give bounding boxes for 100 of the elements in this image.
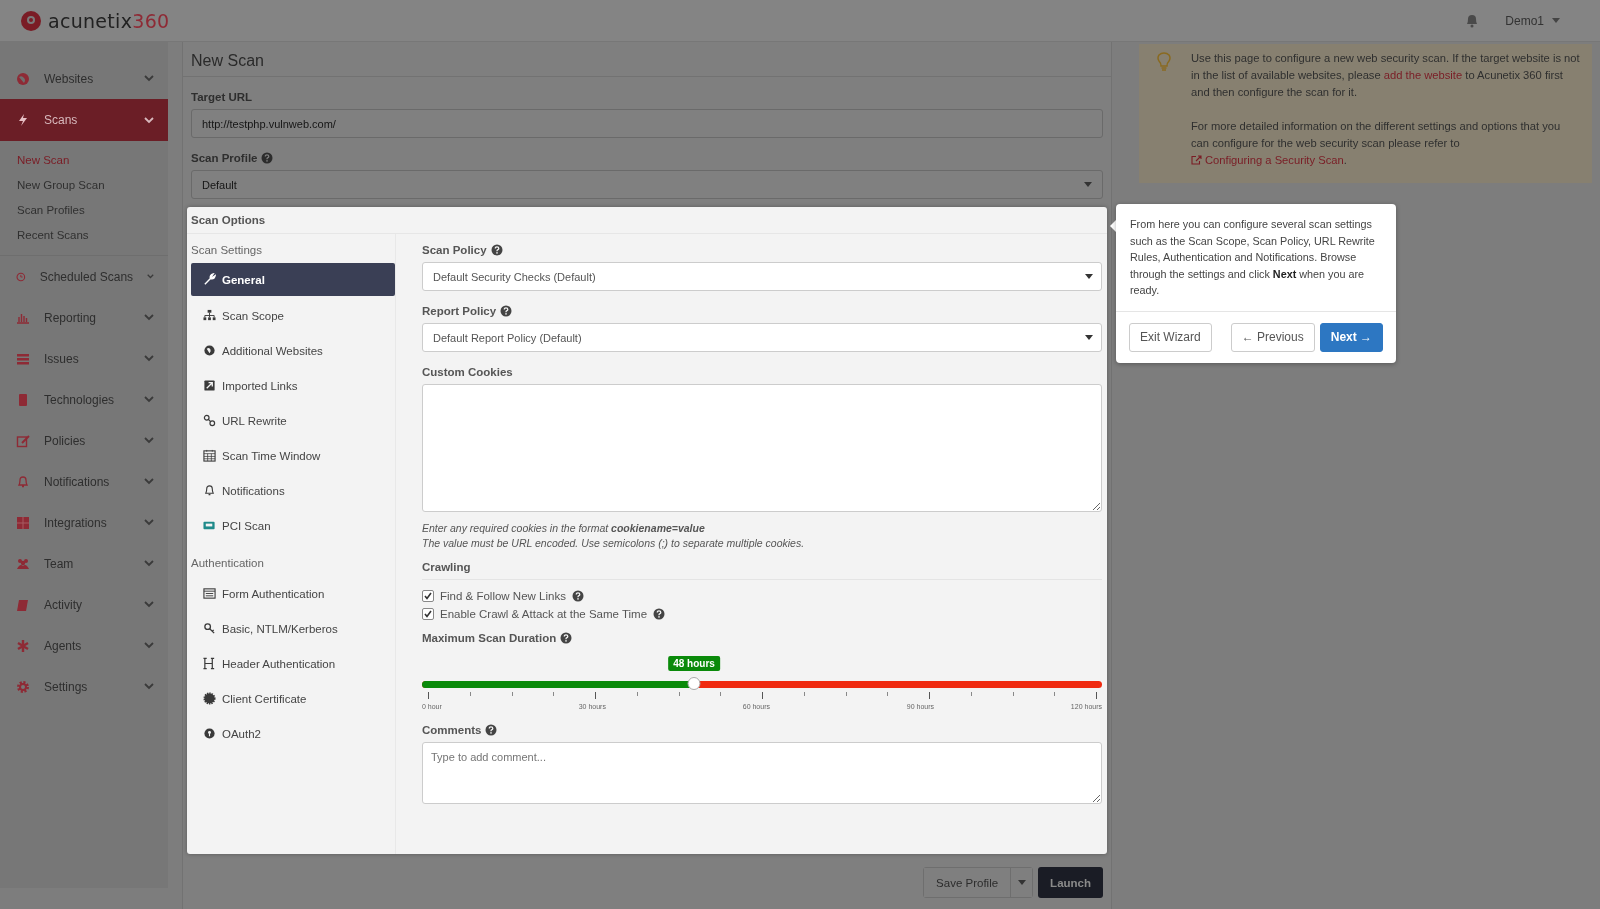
form-icon bbox=[203, 587, 216, 600]
sidebar-item[interactable]: Activity bbox=[0, 584, 168, 625]
settings-tab[interactable]: Notifications bbox=[191, 473, 395, 508]
field-label: Scan Profile bbox=[191, 152, 258, 164]
chip-icon bbox=[16, 392, 30, 407]
sidebar-item[interactable]: Settings bbox=[0, 666, 168, 707]
list-icon bbox=[16, 351, 30, 366]
sidebar-item[interactable]: Issues bbox=[0, 338, 168, 379]
asterisk-icon bbox=[16, 638, 30, 653]
sidebar-subitem[interactable]: New Scan bbox=[0, 147, 168, 172]
settings-tab[interactable]: General bbox=[191, 263, 395, 296]
slider-handle[interactable] bbox=[687, 677, 701, 690]
user-menu[interactable]: Demo1 bbox=[1505, 13, 1544, 28]
help-icon bbox=[261, 152, 274, 164]
policy-select[interactable]: Default Security Checks (Default) bbox=[422, 262, 1102, 291]
checkbox-label: Find & Follow New Links bbox=[440, 590, 566, 602]
sidebar-subitem[interactable]: Recent Scans bbox=[0, 222, 168, 247]
popover-text: From here you can configure several scan settings such as the Scan Scope, Scan Policy, URL Rewrite Rules, Authentication and Notifications. Browse through the settings and click Next when you are ready. bbox=[1116, 204, 1396, 312]
settings-tab[interactable]: URL Rewrite bbox=[191, 403, 395, 438]
settings-tab[interactable]: Additional Websites bbox=[191, 333, 395, 368]
logo-text: acunetix360 bbox=[48, 9, 170, 32]
save-options-button[interactable] bbox=[1010, 868, 1033, 897]
chevron-icon bbox=[144, 437, 154, 444]
chevron-icon bbox=[144, 355, 154, 362]
sidebar-item[interactable]: Websites bbox=[0, 58, 168, 99]
sidebar-item[interactable]: Technologies bbox=[0, 379, 168, 420]
comments-field[interactable]: Type to add comment... bbox=[422, 742, 1102, 804]
section-heading: Crawling bbox=[422, 561, 471, 573]
help-icon bbox=[490, 244, 503, 256]
sidebar-item[interactable]: Scheduled Scans bbox=[0, 256, 168, 297]
hint-text: Enter any required cookies in the format cookiename=value bbox=[422, 522, 706, 534]
exit-button[interactable]: Exit Wizard bbox=[1129, 322, 1212, 352]
settings-tab[interactable]: Scan Time Window bbox=[191, 438, 395, 473]
next-button[interactable]: Next → bbox=[1319, 322, 1384, 352]
link-icon bbox=[203, 414, 216, 427]
wrench-icon bbox=[203, 273, 216, 286]
caret-icon bbox=[1084, 182, 1092, 187]
field-label: Maximum Scan Duration bbox=[422, 632, 557, 644]
chevron-icon bbox=[144, 478, 154, 485]
settings-tab[interactable]: Imported Links bbox=[191, 368, 395, 403]
settings-tab[interactable]: Header Authentication bbox=[191, 646, 395, 681]
help-icon bbox=[500, 305, 513, 317]
settings-tab[interactable]: PCI Scan bbox=[191, 508, 395, 543]
sidebar-item[interactable]: Agents bbox=[0, 625, 168, 666]
sidebar-subitem[interactable]: New Group Scan bbox=[0, 172, 168, 197]
report-select[interactable]: Default Report Policy (Default) bbox=[422, 323, 1102, 352]
info-text: For more detailed information on the different settings and options that you can configure for the web security scan please refer to Configuring a Security Scan. bbox=[1191, 119, 1562, 168]
page-title: New Scan bbox=[183, 42, 1111, 77]
settings-tab[interactable]: Basic, NTLM/Kerberos bbox=[191, 611, 395, 646]
chevron-icon bbox=[144, 683, 154, 690]
sidebar-item[interactable]: Notifications bbox=[0, 461, 168, 502]
cookies-field[interactable] bbox=[422, 384, 1102, 512]
chevron-icon bbox=[147, 273, 154, 280]
chevron-icon bbox=[144, 116, 154, 124]
lightbulb-icon bbox=[1157, 52, 1171, 72]
sidebar-subitem[interactable]: Scan Profiles bbox=[0, 197, 168, 222]
chevron-icon bbox=[144, 396, 154, 403]
launch-button[interactable]: Launch bbox=[1038, 867, 1103, 898]
sitemap-icon bbox=[203, 309, 216, 322]
info-text: Use this page to configure a new web security scan. If the target website is not in the list of available websites, please add the website to Acunetix 360 first and then configure the scan for it. bbox=[1191, 51, 1580, 100]
help-icon bbox=[560, 632, 573, 644]
bell-icon bbox=[203, 484, 216, 497]
checkbox-label: Enable Crawl & Attack at the Same Time bbox=[440, 608, 648, 620]
sidebar-item[interactable]: Scans bbox=[0, 99, 168, 141]
sidebar-item[interactable]: Team bbox=[0, 543, 168, 584]
url-field[interactable]: http://testphp.vulnweb.com/ bbox=[191, 109, 1103, 138]
badge-icon bbox=[203, 692, 216, 705]
settings-tab[interactable]: Client Certificate bbox=[191, 681, 395, 716]
sidebar-item[interactable]: Policies bbox=[0, 420, 168, 461]
settings-tab[interactable]: OAuth2 bbox=[191, 716, 395, 751]
checkbox[interactable] bbox=[422, 590, 434, 602]
caret-icon bbox=[1085, 274, 1093, 279]
field-label: Comments bbox=[422, 724, 482, 736]
chevron-icon bbox=[144, 75, 154, 82]
key-icon bbox=[203, 622, 216, 635]
chevron-icon bbox=[144, 519, 154, 526]
settings-tab[interactable]: Scan Scope bbox=[191, 298, 395, 333]
gear-icon bbox=[16, 679, 30, 694]
help-link[interactable]: Configuring a Security Scan bbox=[1191, 154, 1344, 166]
field-label: Custom Cookies bbox=[422, 366, 513, 378]
sidebar-item[interactable]: Reporting bbox=[0, 297, 168, 338]
help-icon bbox=[571, 590, 584, 602]
bell-icon bbox=[16, 474, 30, 489]
header-icon bbox=[203, 657, 216, 670]
help-link[interactable]: add the website bbox=[1383, 69, 1463, 81]
field-label: Scan Policy bbox=[422, 244, 487, 256]
card-icon bbox=[203, 519, 216, 532]
value-badge: 48 hours bbox=[668, 656, 720, 671]
caret-icon bbox=[1017, 880, 1026, 885]
chevron-icon bbox=[144, 560, 154, 567]
settings-tab[interactable]: Form Authentication bbox=[191, 576, 395, 611]
sidebar-item[interactable]: Integrations bbox=[0, 502, 168, 543]
grid-icon bbox=[16, 515, 30, 530]
chevron-icon bbox=[144, 314, 154, 321]
calendar-icon bbox=[203, 449, 216, 462]
previous-button[interactable]: ← Previous bbox=[1230, 322, 1315, 352]
bell-icon[interactable] bbox=[1465, 13, 1480, 28]
profile-select[interactable]: Default bbox=[191, 170, 1103, 199]
caret-icon bbox=[1085, 335, 1093, 340]
checkbox[interactable] bbox=[422, 608, 434, 620]
